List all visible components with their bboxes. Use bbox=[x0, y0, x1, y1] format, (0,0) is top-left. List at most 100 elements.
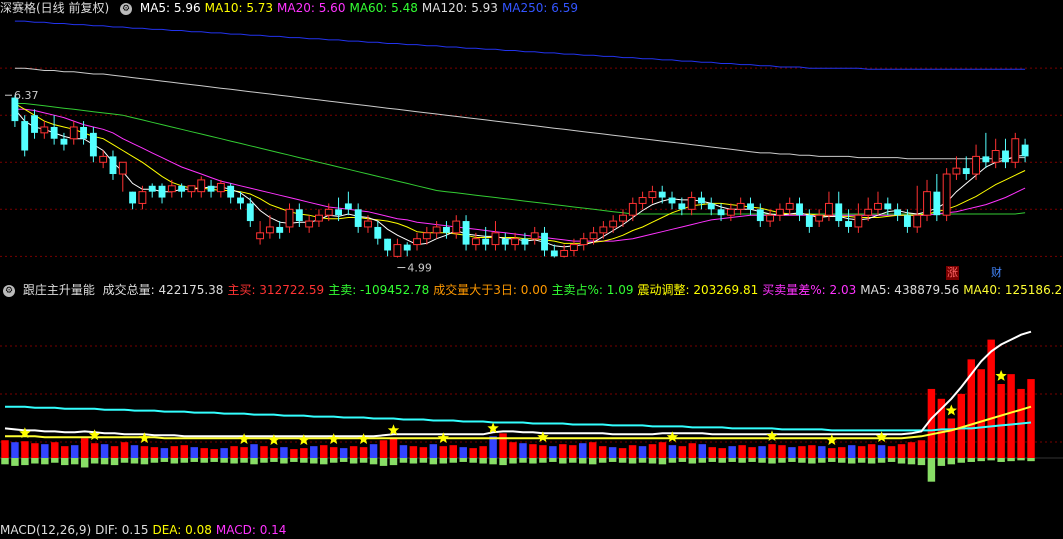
sell-volume-bar bbox=[130, 458, 139, 464]
candle-body bbox=[158, 185, 166, 198]
buy-volume-bar bbox=[748, 447, 756, 458]
price-indicator-1: MA10: 5.73 bbox=[204, 1, 274, 15]
sell-volume-bar bbox=[907, 458, 916, 465]
candle-body bbox=[1011, 138, 1020, 163]
buy-volume-bar bbox=[359, 447, 368, 458]
buy-volume-bar bbox=[947, 418, 956, 458]
sell-volume-bar bbox=[140, 458, 149, 465]
buy-volume-bar bbox=[379, 440, 388, 458]
candle-body bbox=[138, 191, 147, 204]
candle-body bbox=[305, 220, 314, 228]
candle-body bbox=[560, 249, 569, 257]
sell-volume-bar bbox=[967, 458, 975, 462]
candle-body bbox=[276, 226, 284, 233]
macd-indicators: MACD(12,26,9) DIF: 0.15 DEA: 0.08 MACD: 0.1… bbox=[0, 523, 290, 537]
candle-body bbox=[256, 232, 265, 240]
sell-volume-bar bbox=[439, 458, 448, 464]
star-signal-icon bbox=[945, 404, 957, 416]
candle-body bbox=[89, 132, 97, 157]
sell-volume-bar bbox=[728, 458, 736, 462]
buy-volume-bar bbox=[230, 446, 238, 458]
price-chart-panel[interactable]: 6.37 4.99 bbox=[0, 17, 1063, 282]
settings-gear-icon[interactable]: ⚙ bbox=[3, 284, 15, 297]
candle-body bbox=[491, 232, 500, 246]
buy-volume-bar bbox=[519, 443, 527, 458]
candle-body bbox=[717, 209, 725, 216]
buy-volume-bar bbox=[638, 446, 647, 458]
buy-volume-bar bbox=[270, 448, 278, 458]
candle-body bbox=[178, 185, 186, 192]
candle-body bbox=[364, 220, 372, 228]
buy-volume-bar bbox=[618, 448, 627, 458]
buy-volume-bar bbox=[11, 442, 19, 458]
candle-body bbox=[1002, 150, 1009, 163]
volume-indicator-1: 主买: 312722.59 bbox=[227, 283, 325, 297]
ma250-line bbox=[14, 20, 1026, 70]
sell-volume-bar bbox=[200, 458, 208, 463]
sell-volume-bar bbox=[718, 458, 726, 463]
cai-marker[interactable]: 财 bbox=[990, 266, 1003, 280]
candle-body bbox=[628, 202, 637, 216]
sell-volume-bar bbox=[748, 458, 756, 462]
buy-volume-bar bbox=[887, 446, 896, 458]
candle-body bbox=[118, 161, 127, 175]
buy-volume-bar bbox=[987, 339, 995, 458]
candle-body bbox=[668, 197, 676, 204]
sell-volume-bar bbox=[399, 458, 408, 463]
stock-title[interactable]: 深赛格(日线 前复权) bbox=[0, 1, 109, 15]
volume-chart-panel[interactable] bbox=[0, 300, 1063, 522]
buy-volume-bar bbox=[70, 445, 79, 458]
buy-volume-bar bbox=[21, 441, 29, 458]
sell-volume-bar bbox=[569, 458, 577, 463]
sell-volume-bar bbox=[61, 458, 69, 466]
buy-volume-bar bbox=[339, 448, 348, 458]
zhang-marker[interactable]: 涨 bbox=[946, 266, 959, 280]
settings-gear-icon[interactable]: ⚙ bbox=[120, 2, 133, 15]
macd-indicator-0: MACD(12,26,9) bbox=[0, 523, 92, 537]
buy-volume-bar bbox=[579, 443, 587, 458]
volume-indicator-title[interactable]: 跟庄主升量能 bbox=[23, 283, 95, 297]
candle-body bbox=[482, 238, 490, 245]
buy-volume-bar bbox=[190, 447, 198, 458]
sell-volume-bar bbox=[618, 458, 627, 463]
buy-volume-bar bbox=[180, 445, 189, 458]
buy-volume-bar bbox=[399, 445, 408, 458]
buy-volume-bar bbox=[120, 442, 129, 458]
sell-volume-bar bbox=[21, 458, 29, 466]
candle-body bbox=[148, 185, 156, 192]
sell-volume-bar bbox=[688, 458, 697, 464]
sell-volume-bar bbox=[230, 458, 238, 464]
buy-volume-bar bbox=[539, 445, 547, 458]
ma120-line bbox=[14, 67, 1026, 160]
high-label: 6.37 bbox=[14, 89, 39, 102]
buy-volume-bar bbox=[798, 446, 806, 458]
volume-chart[interactable] bbox=[0, 300, 1063, 522]
buy-volume-bar bbox=[818, 446, 826, 458]
buy-volume-bar bbox=[439, 446, 448, 458]
sell-volume-bar bbox=[708, 458, 716, 462]
candle-body bbox=[648, 191, 657, 199]
macd-indicator-bar: MACD(12,26,9) DIF: 0.15 DEA: 0.08 MACD: 0.1… bbox=[0, 522, 1063, 539]
volume-indicator-bar: ⚙ 跟庄主升量能 成交总量: 422175.38 主买: 312722.59 主卖:… bbox=[0, 282, 1063, 299]
price-chart[interactable]: 6.37 4.99 bbox=[0, 17, 1063, 282]
buy-volume-bar bbox=[290, 449, 298, 458]
ma60-line bbox=[14, 103, 1026, 215]
price-indicator-2: MA20: 5.60 bbox=[277, 1, 346, 15]
buy-volume-bar bbox=[997, 384, 1005, 458]
candle-body bbox=[129, 191, 137, 204]
buy-volume-bar bbox=[778, 445, 786, 458]
candle-body bbox=[335, 209, 342, 216]
sell-volume-bar bbox=[937, 458, 946, 466]
sell-volume-bar bbox=[857, 458, 866, 463]
sell-volume-bar bbox=[100, 458, 109, 465]
candle-body bbox=[991, 150, 1000, 163]
price-indicator-4: MA120: 5.93 bbox=[421, 1, 498, 15]
buy-volume-bar bbox=[489, 436, 497, 458]
sell-volume-bar bbox=[818, 458, 826, 463]
candle-body bbox=[216, 182, 225, 193]
sell-volume-bar bbox=[349, 458, 358, 464]
price-indicators: MA5: 5.96 MA10: 5.73 MA20: 5.60 MA60: 5.48 M… bbox=[140, 1, 582, 15]
candle-body bbox=[374, 226, 382, 239]
buy-volume-bar bbox=[857, 446, 866, 458]
candle-body bbox=[80, 126, 87, 139]
